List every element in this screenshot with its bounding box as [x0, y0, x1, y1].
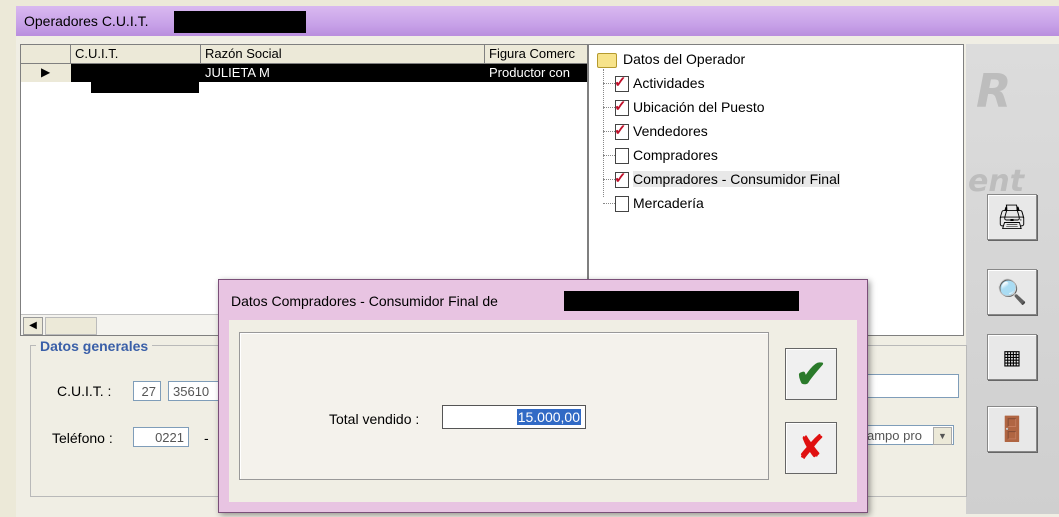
folder-icon: [597, 53, 617, 68]
tree-branch: [603, 203, 615, 204]
redacted-block: [564, 291, 799, 311]
check-icon: ✓: [614, 170, 627, 187]
search-document-icon: 🔍: [997, 278, 1027, 306]
tree-item-label: Mercadería: [633, 195, 704, 211]
windows-button[interactable]: ▦: [987, 334, 1037, 380]
combo-value: ampo pro: [867, 428, 922, 443]
cuit-number-field[interactable]: 35610: [168, 381, 220, 401]
tree-line: [603, 69, 604, 197]
search-button[interactable]: 🔍: [987, 269, 1037, 315]
printer-icon: 🖨: [996, 203, 1028, 231]
window-title: Operadores C.U.I.T.: [24, 13, 149, 29]
total-vendido-input[interactable]: 15.000,00: [442, 405, 586, 429]
scroll-thumb[interactable]: [45, 317, 97, 335]
tree-item-label: Compradores: [633, 147, 718, 163]
col-cuit[interactable]: C.U.I.T.: [71, 45, 201, 63]
checkbox-icon[interactable]: ✓: [614, 122, 629, 140]
exit-door-icon: 🚪: [997, 415, 1027, 443]
chevron-down-icon[interactable]: ▼: [933, 427, 952, 445]
grid-header: C.U.I.T. Razón Social Figura Comerc: [21, 45, 587, 64]
tree-branch: [603, 155, 615, 156]
check-icon: ✓: [614, 98, 627, 115]
tree-item-label: Vendedores: [633, 123, 708, 139]
watermark-logo: R: [976, 64, 1012, 118]
tree-item-label: Ubicación del Puesto: [633, 99, 765, 115]
total-vendido-value: 15.000,00: [516, 409, 581, 425]
cell-razon-social: JULIETA M: [205, 65, 270, 80]
title-bar: Operadores C.U.I.T.: [16, 6, 1059, 36]
redacted-block: [91, 75, 199, 93]
row-indicator: ▶: [21, 64, 72, 82]
telefono-label: Teléfono :: [52, 430, 113, 446]
total-vendido-label: Total vendido :: [329, 411, 420, 427]
cuit-prefix-field[interactable]: 27: [133, 381, 161, 401]
print-button[interactable]: 🖨: [987, 194, 1037, 240]
telefono-separator: -: [204, 430, 209, 446]
cancel-button[interactable]: ✘: [785, 422, 837, 474]
col-figura[interactable]: Figura Comerc: [485, 45, 587, 63]
windows-icon: ▦: [1002, 346, 1022, 369]
check-icon: ✓: [614, 122, 627, 139]
cell-figura: Productor con: [489, 65, 570, 80]
check-icon: ✓: [614, 74, 627, 91]
row-pointer-icon: ▶: [41, 65, 51, 79]
checkbox-icon[interactable]: ✓: [614, 170, 629, 188]
type-combo[interactable]: ampo pro ▼: [862, 425, 954, 445]
text-field[interactable]: [862, 374, 959, 398]
checkbox-icon[interactable]: [615, 148, 629, 164]
checkmark-icon: ✔: [795, 353, 827, 396]
x-icon: ✘: [796, 428, 826, 468]
scroll-left-icon[interactable]: ◀: [23, 317, 43, 335]
tree-item-label: Actividades: [633, 75, 705, 91]
redacted-block: [174, 11, 306, 33]
ok-button[interactable]: ✔: [785, 348, 837, 400]
checkbox-icon[interactable]: [615, 196, 629, 212]
telefono-area-field[interactable]: 0221: [133, 427, 189, 447]
side-toolbar: R ent 🖨 🔍 ▦ 🚪: [966, 44, 1059, 514]
dialog-title: Datos Compradores - Consumidor Final de: [231, 293, 498, 309]
tree-root-label: Datos del Operador: [623, 51, 746, 67]
checkbox-icon[interactable]: ✓: [614, 98, 629, 116]
group-title: Datos generales: [36, 338, 153, 354]
col-razon-social[interactable]: Razón Social: [201, 45, 485, 63]
cuit-label: C.U.I.T. :: [57, 383, 112, 399]
exit-button[interactable]: 🚪: [987, 406, 1037, 452]
checkbox-icon[interactable]: ✓: [614, 74, 629, 92]
consumidor-final-dialog: Datos Compradores - Consumidor Final de …: [218, 279, 868, 513]
tree-item-label: Compradores - Consumidor Final: [633, 171, 840, 187]
row-indicator-header: [21, 45, 71, 63]
